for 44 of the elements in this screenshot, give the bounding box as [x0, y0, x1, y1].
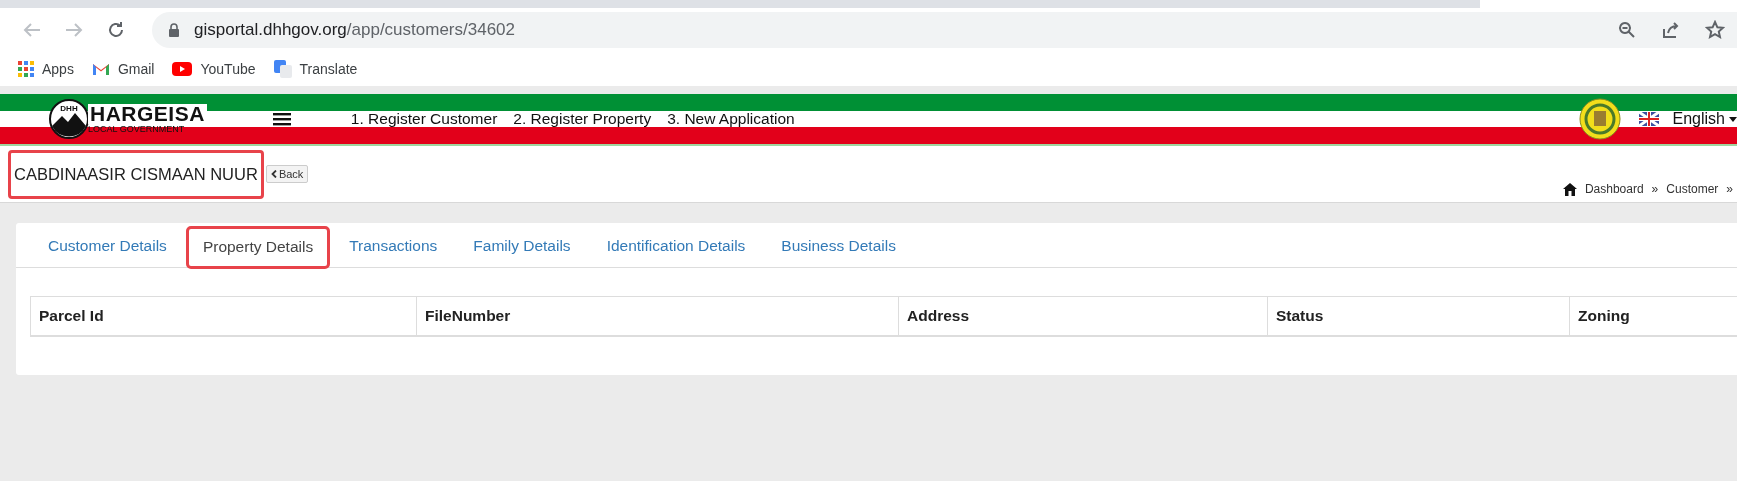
- chevron-left-icon: [270, 170, 277, 178]
- logo-title: HARGEISA: [88, 104, 207, 124]
- customer-name: CABDINAASIR CISMAAN NUUR: [8, 149, 264, 199]
- breadcrumb-link[interactable]: Dashboard: [1584, 182, 1644, 196]
- back-button[interactable]: Back: [265, 165, 309, 183]
- zoom-out-icon[interactable]: [1617, 20, 1637, 40]
- share-icon[interactable]: [1661, 20, 1681, 40]
- url-text: gisportal.dhhgov.org/app/customers/34602: [194, 20, 515, 40]
- bookmark[interactable]: Translate: [273, 60, 358, 78]
- tab[interactable]: Transactions: [333, 226, 454, 267]
- logo-subtitle: LOCAL GOVERNMENT: [88, 124, 186, 134]
- column-header: Parcel Id: [31, 297, 417, 335]
- apps-grid-icon: [18, 61, 34, 77]
- language-selector[interactable]: English: [1638, 110, 1737, 128]
- bookmark[interactable]: YouTube: [172, 61, 256, 77]
- breadcrumb-separator: »: [1726, 182, 1733, 196]
- star-icon[interactable]: [1705, 20, 1725, 40]
- nav-link[interactable]: 3. New Application: [667, 110, 795, 128]
- translate-icon: [273, 60, 292, 78]
- tab[interactable]: Identification Details: [590, 226, 762, 267]
- column-header: FileNumber: [417, 297, 899, 335]
- bookmark[interactable]: Gmail: [91, 61, 155, 77]
- play-icon: [172, 62, 193, 76]
- breadcrumb-separator: »: [1651, 182, 1659, 196]
- mail-icon: [91, 62, 110, 76]
- tab[interactable]: Customer Details: [32, 226, 183, 267]
- flag-icon: [1638, 112, 1659, 126]
- address-bar[interactable]: gisportal.dhhgov.org/app/customers/34602: [152, 12, 1737, 48]
- emblem-seal-icon: [1578, 98, 1621, 140]
- nav-link[interactable]: 2. Register Property: [513, 110, 652, 128]
- caret-icon: [1729, 116, 1737, 122]
- home-icon: [1562, 182, 1577, 196]
- tab[interactable]: Family Details: [457, 226, 587, 267]
- column-header: Status: [1268, 297, 1570, 335]
- lock-icon: [168, 23, 180, 37]
- nav-link[interactable]: 1. Register Customer: [350, 110, 498, 128]
- bookmark[interactable]: Apps: [18, 61, 74, 77]
- reload-icon[interactable]: [106, 20, 126, 40]
- column-header: Zoning: [1570, 297, 1737, 335]
- menu-icon[interactable]: [272, 112, 291, 126]
- breadcrumb-link[interactable]: Customer: [1666, 182, 1719, 196]
- tab[interactable]: Business Details: [765, 226, 912, 267]
- column-header: Address: [899, 297, 1268, 335]
- tab[interactable]: Property Details: [186, 227, 330, 268]
